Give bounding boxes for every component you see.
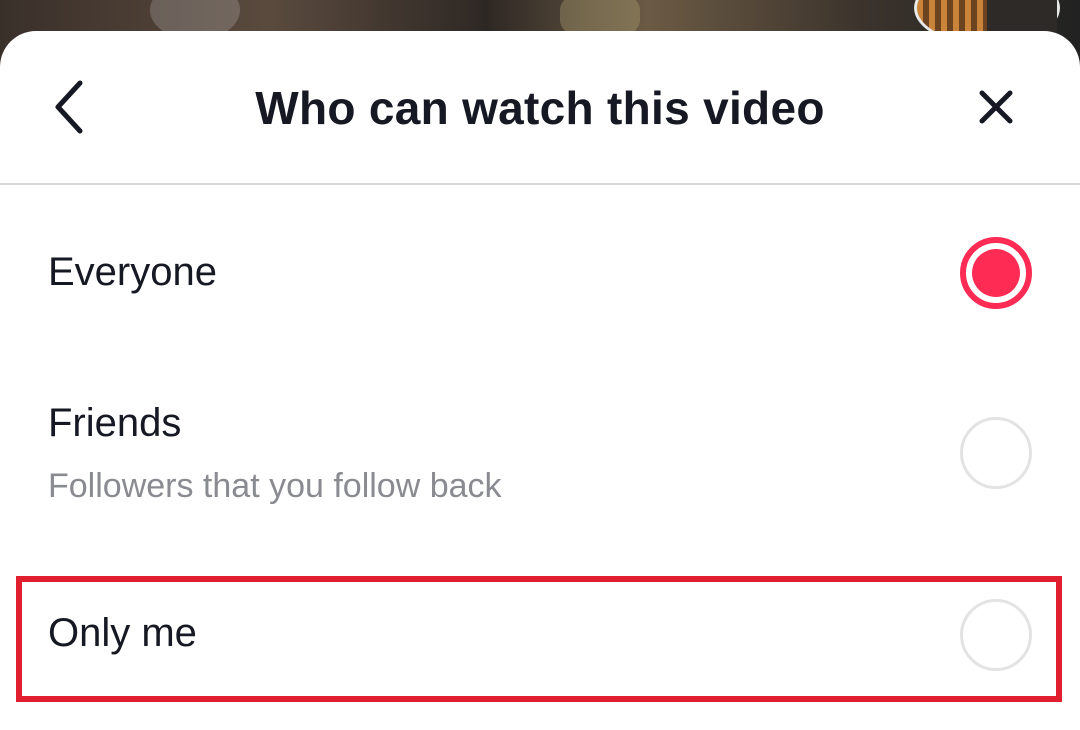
radio-dot [972, 249, 1020, 297]
radio-selected-icon[interactable] [960, 237, 1032, 309]
option-sublabel: Followers that you follow back [48, 467, 502, 505]
option-label: Everyone [48, 250, 217, 294]
sheet-header: Who can watch this video [0, 31, 1080, 185]
close-button[interactable] [966, 77, 1026, 137]
option-everyone[interactable]: Everyone [0, 185, 1080, 361]
radio-unselected-icon[interactable] [960, 599, 1032, 671]
privacy-bottom-sheet: Who can watch this video Everyone Friend… [0, 31, 1080, 730]
radio-unselected-icon[interactable] [960, 417, 1032, 489]
option-friends[interactable]: Friends Followers that you follow back [0, 361, 1080, 551]
option-only-me[interactable]: Only me [0, 551, 1080, 721]
sheet-title: Who can watch this video [255, 82, 825, 134]
option-label: Friends [48, 401, 182, 445]
close-icon [979, 90, 1013, 124]
option-label: Only me [48, 611, 197, 655]
